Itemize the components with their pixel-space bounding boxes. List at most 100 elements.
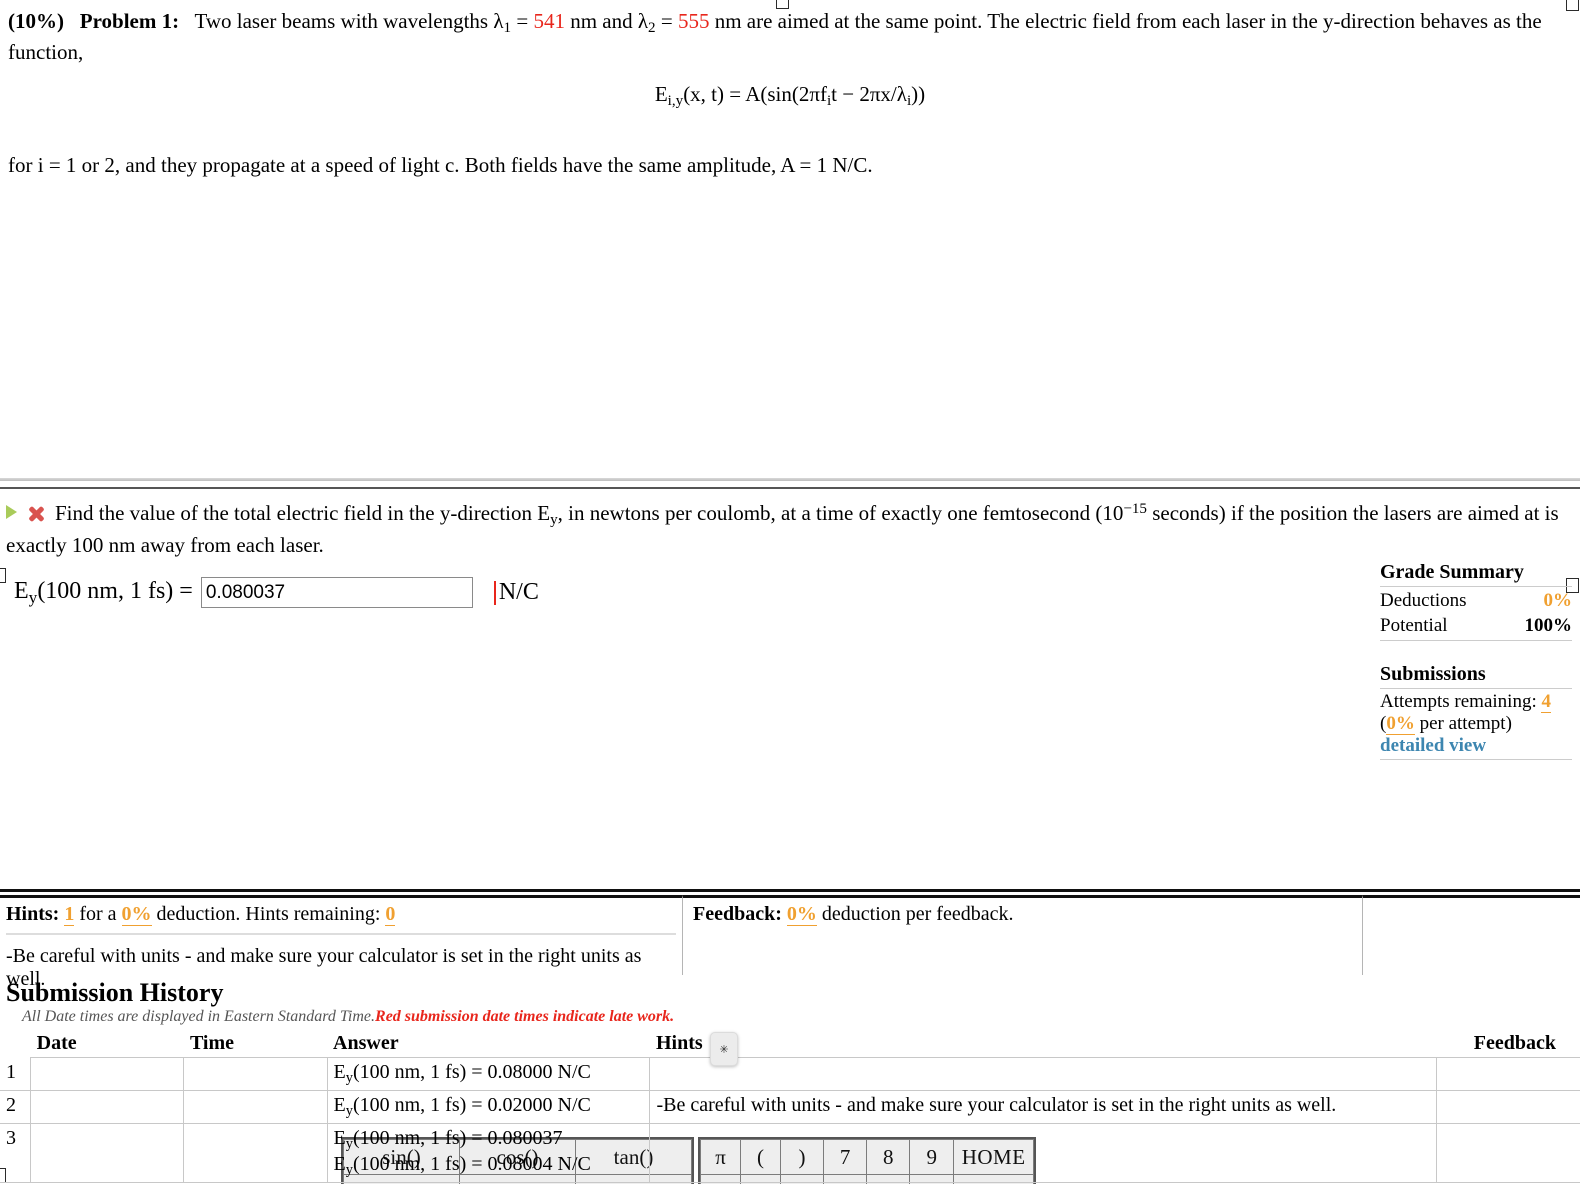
equation-E: E [654, 82, 668, 107]
scroll-artifact-top [776, 0, 789, 9]
col-time: Time [183, 1030, 328, 1058]
grade-rule-top [1380, 586, 1572, 587]
question-text-b: , in newtons per coulomb, at a time of e… [557, 501, 1124, 525]
col-hints: Hints [649, 1030, 1437, 1058]
history-body: 1 Ey(100 nm, 1 fs) = 0.08000 N/C 2 Ey(10… [0, 1057, 1580, 1184]
problem-line-1: (10%) Problem 1: Two laser beams with wa… [8, 8, 1572, 65]
submissions-title: Submissions [1380, 663, 1486, 686]
row-index: 3 [0, 1123, 31, 1184]
band-tail [1363, 895, 1580, 975]
detailed-view-link[interactable]: detailed view [1380, 735, 1486, 756]
row-hint: -Be careful with units - and make sure y… [649, 1090, 1437, 1125]
answer-line: Ey(100 nm, 1 fs) = 0.08004 N/C [333, 1153, 591, 1179]
row-date [30, 1123, 184, 1184]
problem-eq1: = [511, 9, 534, 33]
submission-history-title: Submission History [6, 978, 224, 1007]
problem-mid-a: nm and λ [564, 9, 649, 33]
potential-row: Potential 100% [1380, 614, 1572, 639]
deductions-label: Deductions [1380, 590, 1467, 611]
answer-label: Ey(100 nm, 1 fs) = [14, 578, 193, 608]
lambda2-value: 555 [677, 9, 710, 33]
answer-label-rest: (100 nm, 1 fs) = [37, 577, 193, 604]
col-feedback: Feedback [1436, 1030, 1580, 1058]
feedback-title: Feedback: [693, 903, 782, 925]
answer-input[interactable] [200, 577, 473, 608]
lambda1-value: 541 [533, 9, 565, 33]
note-plain: All Date times are displayed in Eastern … [22, 1008, 376, 1025]
history-header-row: Date Time Answer Hints Feedback [0, 1030, 1580, 1058]
row-date [30, 1057, 184, 1092]
attempts-label: Attempts remaining: [1380, 691, 1537, 713]
question-exponent: −15 [1123, 501, 1147, 518]
submission-history-note: All Date times are displayed in Eastern … [22, 1008, 1580, 1026]
feedback-header: Feedback: 0% deduction per feedback. [693, 903, 1352, 926]
row-answer: Ey(100 nm, 1 fs) = 0.08000 N/C [326, 1057, 650, 1092]
question-text: Find the value of the total electric fie… [6, 499, 1566, 560]
answer-label-E: E [14, 577, 29, 604]
hints-remaining: 0 [385, 903, 396, 926]
hints-deduction-text: deduction. Hints remaining: [156, 903, 381, 925]
equation-rest-1: (x, t) = A(sin(2πf [683, 82, 827, 107]
hints-for-a: for a [79, 903, 117, 925]
note-red: Red submission date times indicate late … [375, 1008, 675, 1025]
row-feedback [1436, 1057, 1580, 1092]
grade-summary-panel: Grade Summary Deductions 0% Potential 10… [1380, 561, 1572, 762]
per-attempt-value: 0% [1386, 713, 1415, 736]
equation-rest-3: )) [911, 82, 926, 107]
row-hint [649, 1123, 1437, 1184]
table-row: 3 Ey(100 nm, 1 fs) = 0.080037 Ey(100 nm,… [0, 1123, 1580, 1184]
problem-closing: for i = 1 or 2, and they propagate at a … [8, 153, 873, 178]
answer-units: N/C [498, 579, 539, 605]
col-answer: Answer [327, 1030, 650, 1058]
floating-cursor-widget[interactable]: ✳ [710, 1032, 738, 1066]
feedback-deduction-text: deduction per feedback. [821, 903, 1014, 925]
per-attempt-row: (0% per attempt) [1380, 713, 1572, 736]
problem-equation: Ei,y(x, t) = A(sin(2πfit − 2πx/λi)) [8, 81, 1572, 112]
scroll-artifact-top-right [1566, 0, 1579, 11]
row-time [183, 1057, 328, 1092]
deductions-row: Deductions 0% [1380, 589, 1572, 614]
problem-eq2: = [655, 9, 678, 33]
feedback-cell: Feedback: 0% deduction per feedback. [683, 895, 1363, 975]
hints-count: 1 [64, 903, 75, 926]
grade-rule-mid [1380, 640, 1572, 642]
problem-intro-a: Two laser beams with wavelengths λ [194, 9, 504, 33]
row-feedback [1436, 1090, 1580, 1125]
row-answer: Ey(100 nm, 1 fs) = 0.080037 Ey(100 nm, 1… [326, 1123, 650, 1184]
row-index: 1 [0, 1057, 31, 1092]
question-sub-y: y [550, 512, 558, 529]
answer-line: Ey(100 nm, 1 fs) = 0.02000 N/C [333, 1094, 591, 1120]
hints-header: Hints: 1 for a 0% deduction. Hints remai… [6, 903, 676, 926]
row-hint [649, 1057, 1437, 1092]
red-x-incorrect-icon [26, 505, 46, 523]
deductions-value: 0% [1543, 590, 1573, 611]
history-head: Date Time Answer Hints Feedback [0, 1030, 1580, 1058]
row-answer: Ey(100 nm, 1 fs) = 0.02000 N/C [326, 1090, 650, 1125]
grade-summary-title: Grade Summary [1380, 561, 1524, 583]
attempts-value: 4 [1541, 691, 1551, 714]
grade-rule-bottom [1380, 759, 1572, 761]
problem-weight: (10%) [8, 9, 64, 33]
section-divider [0, 478, 1580, 481]
row-index: 2 [0, 1090, 31, 1125]
hints-feedback-band: Hints: 1 for a 0% deduction. Hints remai… [0, 895, 1580, 990]
table-row: 1 Ey(100 nm, 1 fs) = 0.08000 N/C [0, 1057, 1580, 1092]
answer-line: Ey(100 nm, 1 fs) = 0.080037 [333, 1127, 563, 1153]
table-row: 2 Ey(100 nm, 1 fs) = 0.02000 N/C -Be car… [0, 1090, 1580, 1125]
play-triangle-icon[interactable] [6, 505, 17, 519]
attempts-row: Attempts remaining: 4 [1380, 691, 1572, 714]
col-date: Date [30, 1030, 184, 1058]
equation-sub-iy: i,y [667, 93, 684, 110]
row-time [183, 1090, 328, 1125]
row-time [183, 1123, 328, 1184]
equation-rest-2: t − 2πx/λ [831, 82, 907, 107]
row-date [30, 1090, 184, 1125]
feedback-deduction: 0% [786, 903, 817, 926]
per-attempt-close: per attempt) [1414, 713, 1512, 735]
submission-history: Submission History All Date times are di… [0, 978, 1580, 1184]
problem-statement: (10%) Problem 1: Two laser beams with wa… [0, 0, 1580, 179]
text-caret [493, 581, 496, 605]
col-index [0, 1030, 31, 1058]
hints-rule [6, 933, 676, 935]
page-root: (10%) Problem 1: Two laser beams with wa… [0, 0, 1580, 1184]
